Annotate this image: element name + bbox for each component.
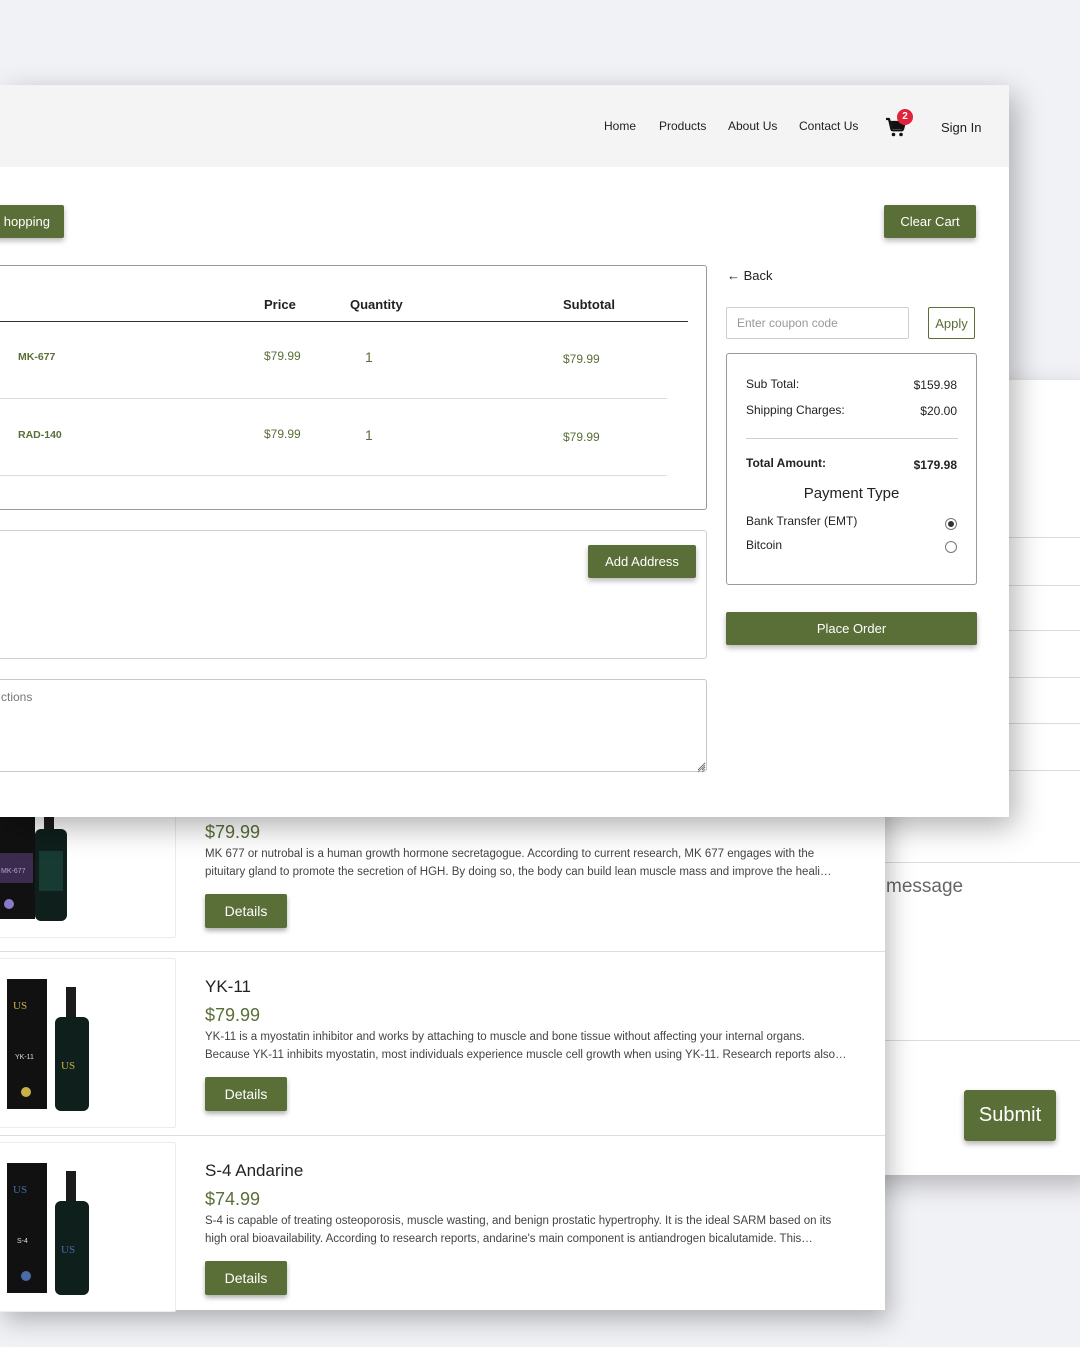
subtotal-value: $159.98	[913, 378, 957, 392]
navbar: Home Products About Us Contact Us 2 Sign…	[0, 85, 1009, 167]
cart-item-quantity[interactable]: 1	[365, 427, 373, 443]
apply-coupon-button[interactable]: Apply	[928, 307, 975, 339]
order-summary: Sub Total: $159.98 Shipping Charges: $20…	[726, 353, 977, 585]
cart-count-badge: 2	[897, 109, 913, 125]
product-list: MK-677 $79.99 MK 677 or nutrobal is a hu…	[0, 760, 885, 1312]
row-divider	[0, 398, 667, 399]
resize-grip-icon[interactable]	[696, 760, 706, 773]
svg-text:US: US	[13, 1000, 27, 1012]
cart-item-name[interactable]: MK-677	[18, 351, 55, 363]
product-image-label: S-4	[17, 1238, 28, 1245]
payment-option-label: Bank Transfer (EMT)	[746, 514, 858, 528]
back-link[interactable]: ← Back	[727, 268, 773, 283]
sign-in-link[interactable]: Sign In	[941, 120, 981, 135]
form-divider	[860, 862, 1080, 863]
svg-text:US: US	[61, 1060, 75, 1072]
cart-item-price: $79.99	[264, 349, 301, 363]
product-description: MK 677 or nutrobal is a human growth hor…	[205, 848, 832, 878]
nav-link-products[interactable]: Products	[659, 119, 706, 133]
product-description: S-4 is capable of treating osteoporosis,…	[205, 1215, 832, 1245]
place-order-button[interactable]: Place Order	[726, 612, 977, 645]
product-image-label: MK-677	[1, 868, 26, 875]
summary-divider	[746, 438, 958, 439]
submit-button[interactable]: Submit	[964, 1090, 1056, 1141]
column-header-price: Price	[264, 297, 296, 312]
product-image-label: YK-11	[15, 1054, 34, 1061]
total-value: $179.98	[913, 458, 957, 472]
form-divider	[860, 1040, 1080, 1041]
coupon-input[interactable]	[726, 307, 909, 339]
cart-item-subtotal: $79.99	[563, 352, 600, 366]
cart-table: Price Quantity Subtotal MK-677 $79.99 1 …	[0, 265, 707, 510]
bottle-icon: US S-4 US	[7, 1163, 89, 1295]
product-image[interactable]: US YK-11 US	[0, 958, 176, 1128]
total-label: Total Amount:	[746, 456, 826, 470]
continue-shopping-button[interactable]: hopping	[0, 205, 64, 238]
instructions-textarea[interactable]	[0, 679, 707, 772]
shipping-label: Shipping Charges:	[746, 403, 845, 417]
cart-item-price: $79.99	[264, 427, 301, 441]
svg-text:US: US	[61, 1244, 75, 1256]
nav-link-home[interactable]: Home	[604, 119, 636, 133]
column-header-subtotal: Subtotal	[563, 297, 615, 312]
payment-type-title: Payment Type	[803, 485, 900, 502]
cart-item-quantity[interactable]: 1	[365, 349, 373, 365]
svg-text:US: US	[13, 1184, 27, 1196]
add-address-button[interactable]: Add Address	[588, 545, 696, 578]
cart-item-name[interactable]: RAD-140	[18, 429, 62, 441]
product-price: $74.99	[205, 1189, 261, 1209]
nav-link-about[interactable]: About Us	[728, 119, 777, 133]
product-item: US S-4 US S-4 Andarine $74.99 S-4 is cap…	[0, 1136, 885, 1320]
payment-radio-bitcoin[interactable]	[945, 541, 957, 553]
payment-radio-bank[interactable]	[945, 518, 957, 530]
shipping-value: $20.00	[920, 404, 957, 418]
product-name[interactable]: S-4 Andarine	[205, 1161, 303, 1181]
cart-page: Home Products About Us Contact Us 2 Sign…	[0, 85, 1009, 817]
product-price: $79.99	[205, 1005, 261, 1025]
clear-cart-button[interactable]: Clear Cart	[884, 205, 976, 238]
details-button[interactable]: Details	[205, 1077, 287, 1111]
details-button[interactable]: Details	[205, 894, 287, 928]
bottle-icon: US YK-11 US	[7, 979, 89, 1111]
row-divider	[0, 475, 667, 476]
payment-option-label: Bitcoin	[746, 538, 783, 552]
nav-link-contact[interactable]: Contact Us	[799, 119, 858, 133]
subtotal-label: Sub Total:	[746, 377, 800, 391]
product-price: $79.99	[205, 822, 261, 842]
product-name[interactable]: YK-11	[205, 977, 251, 997]
details-button[interactable]: Details	[205, 1261, 287, 1295]
product-image[interactable]: US S-4 US	[0, 1142, 176, 1312]
message-field[interactable]: message	[886, 876, 963, 898]
product-description: YK-11 is a myostatin inhibitor and works…	[205, 1031, 847, 1061]
column-header-quantity: Quantity	[350, 297, 403, 312]
header-divider	[0, 321, 688, 322]
back-label: Back	[743, 268, 773, 283]
product-item: US YK-11 US YK-11 $79.99 YK-11 is a myos…	[0, 952, 885, 1136]
cart-item-subtotal: $79.99	[563, 430, 600, 444]
arrow-left-icon: ←	[727, 268, 740, 283]
